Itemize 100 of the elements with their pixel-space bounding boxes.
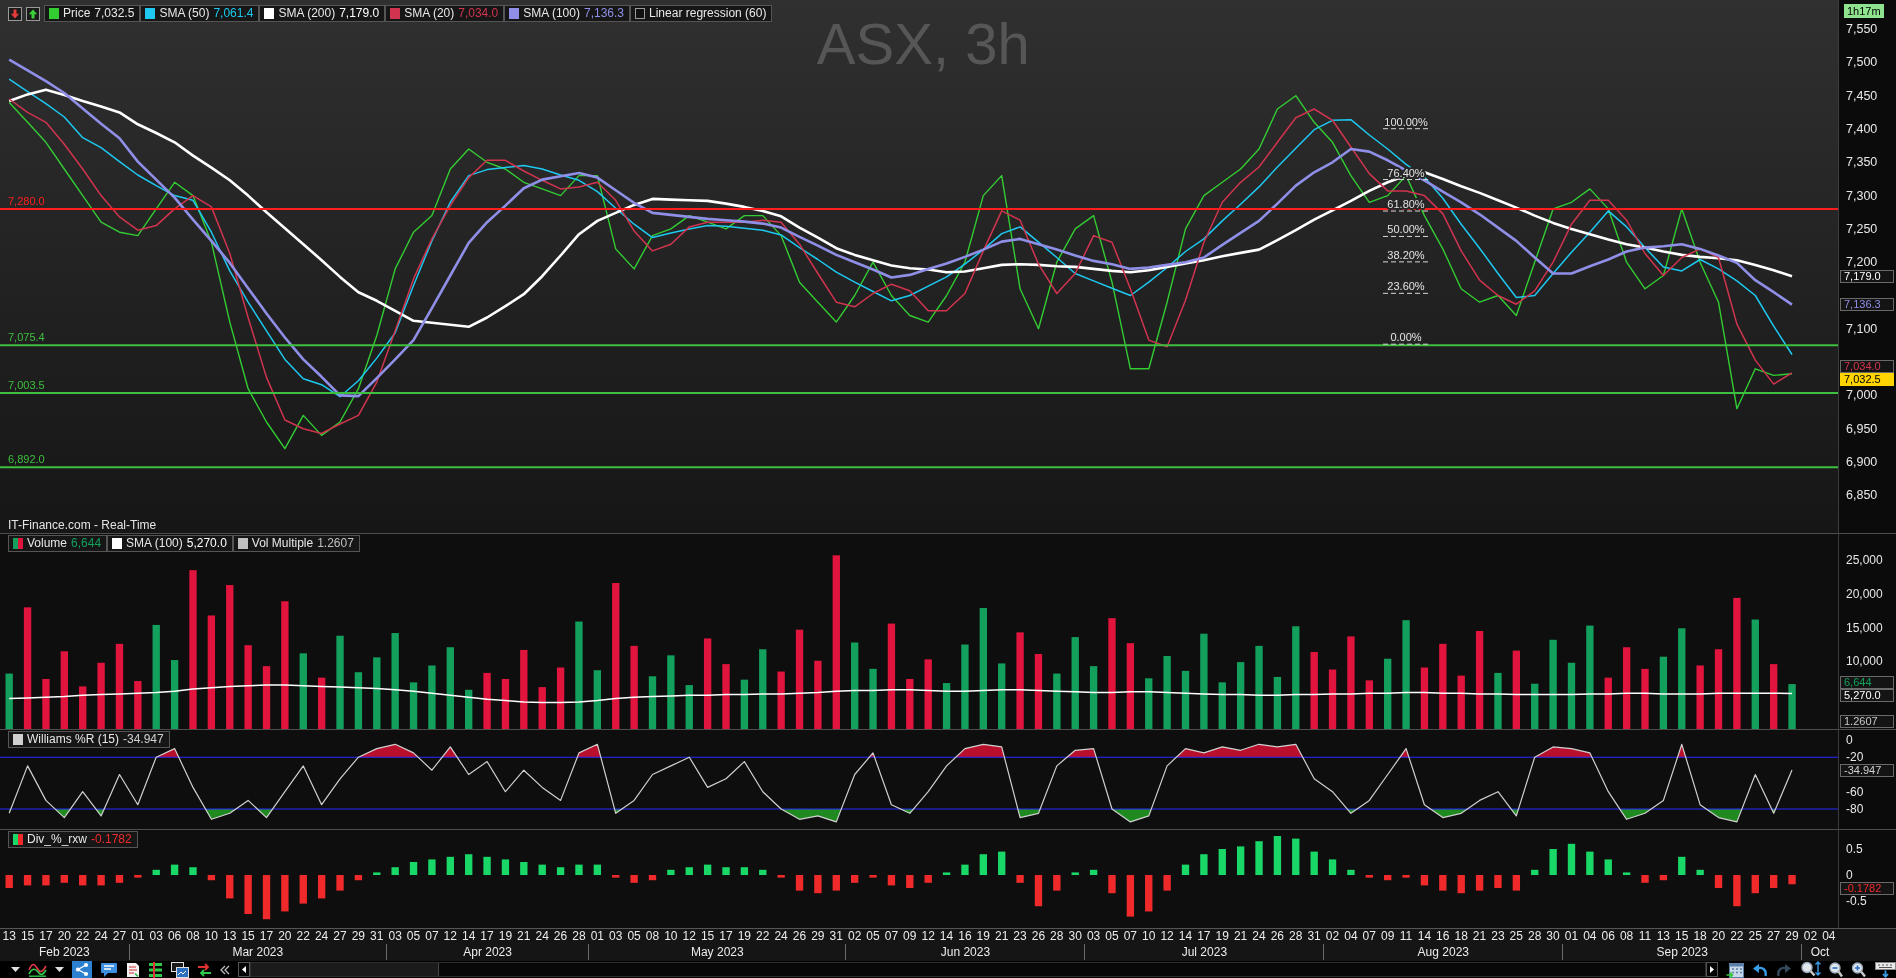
date-label: 20 (1711, 929, 1726, 944)
date-label: 27 (112, 929, 127, 944)
date-label: 26 (792, 929, 807, 944)
date-label: 06 (1601, 929, 1615, 944)
axis-tick-label: 7,550 (1846, 23, 1878, 36)
date-label: 12 (921, 929, 935, 944)
axis-tick-label: 7,400 (1846, 123, 1878, 135)
axis-tick-label: 7,100 (1846, 322, 1878, 335)
date-label: 21 (1233, 929, 1248, 944)
axis-value-badge: 1.2607 (1840, 715, 1894, 728)
legend-value: 7,136.3 (583, 7, 624, 20)
date-label: 02 (1803, 929, 1818, 944)
axis-tick-label: 7,500 (1846, 56, 1878, 69)
date-label: 08 (645, 929, 660, 944)
date-label: 21 (1472, 929, 1487, 944)
date-label: 19 (1215, 929, 1229, 944)
date-label: 12 (443, 929, 457, 944)
fib-level-label: 50.00% (1382, 223, 1430, 237)
legend-value: -0.1782 (91, 833, 132, 846)
price-level-label: 6,892.0 (8, 453, 45, 466)
axis-value-badge: 7,179.0 (1840, 269, 1894, 283)
month-label: Feb 2023 (38, 945, 90, 959)
timer-badge: 1h17m (1844, 4, 1884, 18)
axis-tick-label: 7,450 (1846, 89, 1878, 102)
axis-value-badge: 7,136.3 (1840, 298, 1894, 312)
axis-value-badge: 7,034.0 (1840, 360, 1894, 374)
date-label: 19 (976, 929, 990, 944)
axis-tick-label: 7,000 (1846, 389, 1878, 402)
date-label: 14 (461, 929, 476, 944)
date-label: 01 (1564, 929, 1579, 944)
axis-tick-label: 0 (1846, 869, 1853, 881)
axis-tick-label: 6,950 (1846, 422, 1878, 435)
axis-value-badge: -34.947 (1840, 763, 1894, 777)
date-label: 09 (903, 929, 917, 944)
axis-tick-label: 6,900 (1846, 456, 1878, 468)
axis-value-badge: -0.1782 (1840, 881, 1894, 895)
date-label: 24 (94, 929, 108, 944)
date-label: 05 (627, 929, 641, 944)
legend-label: Div_%_rxw (27, 833, 87, 846)
axis-tick-label: 7,300 (1846, 189, 1878, 202)
date-label: 06 (167, 929, 182, 944)
legend-label: Vol Multiple (251, 537, 314, 550)
date-label: 22 (756, 929, 770, 944)
date-label: 04 (1583, 929, 1597, 944)
fib-level-label: 0.00% (1382, 331, 1430, 345)
date-label: 21 (994, 929, 1009, 944)
date-label: 31 (1307, 929, 1321, 944)
date-label: 25 (1748, 929, 1762, 944)
legend-value: -34.947 (123, 733, 164, 746)
legend-label: SMA (20) (404, 7, 455, 20)
date-label: 03 (149, 929, 163, 944)
date-label: 21 (517, 929, 531, 944)
legend-label: SMA (100) (126, 537, 183, 550)
date-label: 31 (370, 929, 384, 944)
legend-label: Linear regression (60) (649, 7, 767, 20)
date-label: 27 (1766, 929, 1781, 944)
date-label: 24 (774, 929, 788, 944)
date-label: 04 (1344, 929, 1358, 944)
date-label: 12 (1160, 929, 1174, 944)
axis-tick-label: 7,250 (1846, 222, 1878, 235)
date-label: 02 (847, 929, 862, 944)
date-label: 05 (866, 929, 880, 944)
date-label: 12 (682, 929, 696, 944)
date-label: 22 (1730, 929, 1744, 944)
legend-label: SMA (50) (159, 7, 210, 20)
date-label: 25 (1509, 929, 1523, 944)
axis-tick-label: -80 (1846, 803, 1864, 815)
date-label: 23 (1491, 929, 1505, 944)
date-label: 17 (1197, 929, 1211, 944)
date-label: 08 (1619, 929, 1634, 944)
fib-level-label: 23.60% (1382, 280, 1430, 294)
date-label: 18 (1454, 929, 1468, 944)
date-label: 19 (737, 929, 751, 944)
date-label: 14 (939, 929, 954, 944)
legend-label: SMA (100) (523, 7, 580, 20)
month-label: Mar 2023 (232, 945, 284, 959)
legend-label: Williams %R (15) (27, 733, 119, 746)
date-label: 08 (186, 929, 200, 944)
date-label: 15 (241, 929, 255, 944)
month-label: May 2023 (690, 945, 744, 959)
legend-label: SMA (200) (278, 7, 336, 20)
date-label: 02 (1325, 929, 1340, 944)
axis-tick-label: -60 (1846, 785, 1864, 798)
date-label: 17 (259, 929, 274, 944)
annotation: 23.60% (1387, 280, 1425, 293)
axis-tick-label: 25,000 (1846, 554, 1883, 567)
legend-value: 6,644 (71, 537, 102, 550)
date-label: 10 (204, 929, 218, 944)
date-label: 29 (811, 929, 825, 944)
date-label: 20 (57, 929, 71, 944)
date-label: 31 (829, 929, 843, 944)
date-label: 04 (1822, 929, 1836, 944)
date-label: 15 (20, 929, 35, 944)
axis-tick-label: 7,200 (1846, 256, 1878, 269)
date-label: 26 (1270, 929, 1284, 944)
date-label: 13 (2, 929, 16, 944)
fib-level-label: 100.00% (1382, 115, 1430, 130)
date-label: 13 (223, 929, 237, 944)
axis-tick-label: 15,000 (1846, 621, 1883, 634)
axis-tick-label: 6,850 (1846, 489, 1878, 502)
